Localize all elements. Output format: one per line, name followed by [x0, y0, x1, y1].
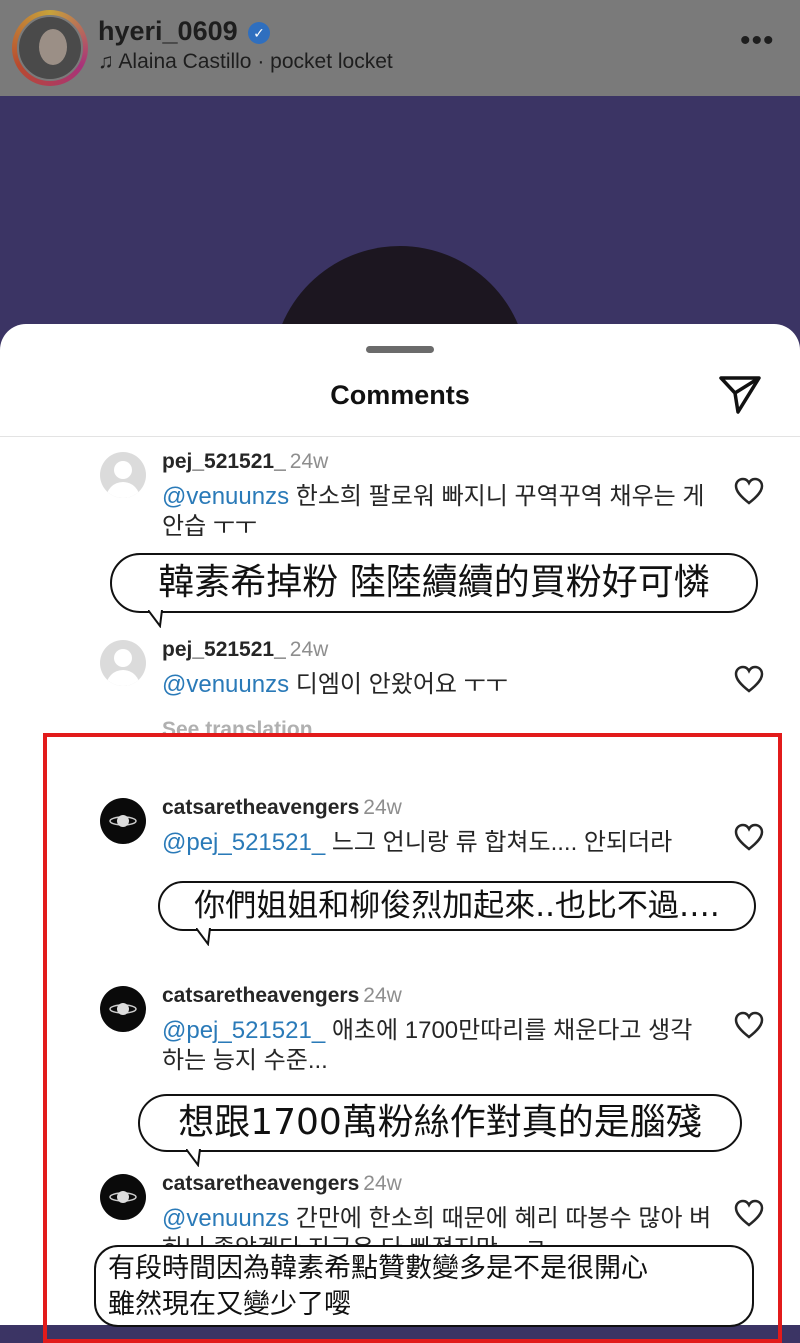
comments-sheet: Comments pej_521521_ 24w @venuunzs 한소희 팔로… [0, 324, 800, 1325]
avatar[interactable] [100, 986, 146, 1032]
like-heart-icon[interactable] [733, 476, 765, 506]
comment-text: @venuunzs 한소희 팔로워 빠지니 꾸역꾸역 채우는 게 안습 ㅜㅜ [162, 483, 705, 540]
verified-badge-icon: ✓ [248, 22, 270, 44]
music-info[interactable]: ♫ Alaina Castillo · pocket locket [98, 50, 393, 74]
avatar[interactable] [100, 640, 146, 686]
profile-avatar[interactable] [12, 10, 88, 86]
mention-link[interactable]: @venuunzs [162, 1205, 289, 1232]
translation-bubble: 有段時間因為韓素希點贊數變多是不是很開心 雖然現在又變少了嘤 [94, 1245, 754, 1327]
like-heart-icon[interactable] [733, 664, 765, 694]
mention-link[interactable]: @venuunzs [162, 671, 289, 698]
send-icon[interactable] [716, 372, 764, 416]
like-heart-icon[interactable] [733, 1198, 765, 1228]
see-translation-link[interactable]: See translation [162, 718, 313, 742]
comments-title: Comments [330, 380, 470, 410]
comment-time: 24w [363, 1172, 402, 1195]
bubble-tail [148, 610, 163, 628]
translation-bubble: 韓素希掉粉 陸陸續續的買粉好可憐 [110, 553, 758, 613]
post-username[interactable]: hyeri_0609 [98, 16, 238, 47]
avatar[interactable] [100, 1174, 146, 1220]
bubble-tail [186, 1149, 201, 1167]
translation-bubble: 你們姐姐和柳俊烈加起來..也比不過…. [158, 881, 756, 931]
avatar[interactable] [100, 452, 146, 498]
comment-text: @venuunzs 디엠이 안왔어요 ㅜㅜ [162, 671, 508, 698]
like-heart-icon[interactable] [733, 1010, 765, 1040]
comment-text: @pej_521521_ 애초에 1700만따리를 채운다고 생각하는 능지 수… [162, 1017, 693, 1074]
mention-link[interactable]: @venuunzs [162, 483, 289, 510]
more-options-icon[interactable]: ••• [740, 24, 775, 58]
bubble-line: 有段時間因為韓素希點贊數變多是不是很開心 [108, 1253, 648, 1284]
comment-time: 24w [289, 450, 329, 473]
comment-time: 24w [363, 984, 402, 1007]
comment-username[interactable]: catsaretheavengers 24w [162, 984, 402, 1008]
comment-username[interactable]: catsaretheavengers 24w [162, 1172, 402, 1196]
comment-time: 24w [289, 638, 329, 661]
comment-username[interactable]: catsaretheavengers 24w [162, 796, 402, 820]
like-heart-icon[interactable] [733, 822, 765, 852]
comment-username[interactable]: pej_521521_ 24w [162, 638, 328, 662]
comment-username[interactable]: pej_521521_ 24w [162, 450, 328, 474]
avatar[interactable] [100, 798, 146, 844]
bubble-tail [196, 928, 211, 946]
sheet-divider [0, 436, 800, 437]
sheet-drag-handle[interactable] [366, 346, 434, 353]
comment-text: @pej_521521_ 느그 언니랑 류 합쳐도.... 안되더라 [162, 829, 673, 856]
comment-time: 24w [363, 796, 402, 819]
post-header: hyeri_0609 ✓ ♫ Alaina Castillo · pocket … [0, 0, 800, 96]
post-image [0, 96, 800, 436]
mention-link[interactable]: @pej_521521_ [162, 1017, 325, 1044]
translation-bubble: 想跟1700萬粉絲作對真的是腦殘 [138, 1094, 742, 1152]
mention-link[interactable]: @pej_521521_ [162, 829, 325, 856]
bubble-line: 雖然現在又變少了嘤 [108, 1289, 351, 1320]
